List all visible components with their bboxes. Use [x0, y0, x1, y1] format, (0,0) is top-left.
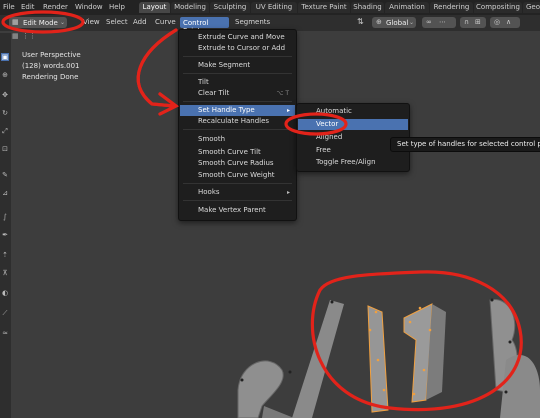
menu-separator: [183, 56, 292, 57]
control-points-menu: Extrude Curve and Move Extrude to Cursor…: [178, 29, 297, 221]
menu-item-smooth-curve-weight[interactable]: Smooth Curve Weight: [180, 170, 295, 181]
menu-item-automatic[interactable]: Automatic: [298, 106, 408, 117]
menu-item-smooth-curve-radius[interactable]: Smooth Curve Radius: [180, 158, 295, 169]
submenu-arrow-icon: ▸: [286, 107, 290, 114]
menu-item-make-segment[interactable]: Make Segment: [180, 60, 295, 71]
menu-separator: [183, 73, 292, 74]
menu-separator: [183, 101, 292, 102]
clear-tilt-label: Clear Tilt: [198, 89, 230, 97]
tooltip: Set type of handles for selected control…: [390, 137, 540, 152]
menu-separator: [183, 129, 292, 130]
menu-item-vector[interactable]: Vector: [298, 119, 408, 130]
annotation-circle-mode: [1, 10, 85, 34]
menu-item-clear-tilt[interactable]: Clear Tilt ⌥ T: [180, 88, 295, 99]
set-handle-type-label: Set Handle Type: [198, 106, 255, 114]
menu-separator: [183, 183, 292, 184]
menu-item-smooth-curve-tilt[interactable]: Smooth Curve Tilt: [180, 147, 295, 158]
menu-item-extrude-curve-and-move[interactable]: Extrude Curve and Move: [180, 32, 295, 43]
menu-item-hooks[interactable]: Hooks ▸: [180, 187, 295, 198]
menu-separator: [183, 200, 292, 201]
menu-item-make-vertex-parent[interactable]: Make Vertex Parent: [180, 205, 295, 216]
menu-item-recalculate-handles[interactable]: Recalculate Handles: [180, 116, 295, 127]
menu-item-smooth[interactable]: Smooth: [180, 134, 295, 145]
clear-tilt-shortcut: ⌥ T: [276, 90, 290, 97]
scene-glyph-2: [237, 360, 284, 418]
submenu-arrow-icon: ▸: [286, 189, 290, 196]
menu-item-extrude-to-cursor[interactable]: Extrude to Cursor or Add: [180, 43, 295, 54]
hooks-label: Hooks: [198, 188, 220, 196]
menu-item-toggle-free-align[interactable]: Toggle Free/Align: [298, 157, 408, 168]
menu-item-tilt[interactable]: Tilt: [180, 77, 295, 88]
annotation-arrow: [136, 28, 178, 108]
menu-item-set-handle-type[interactable]: Set Handle Type ▸: [180, 105, 295, 116]
